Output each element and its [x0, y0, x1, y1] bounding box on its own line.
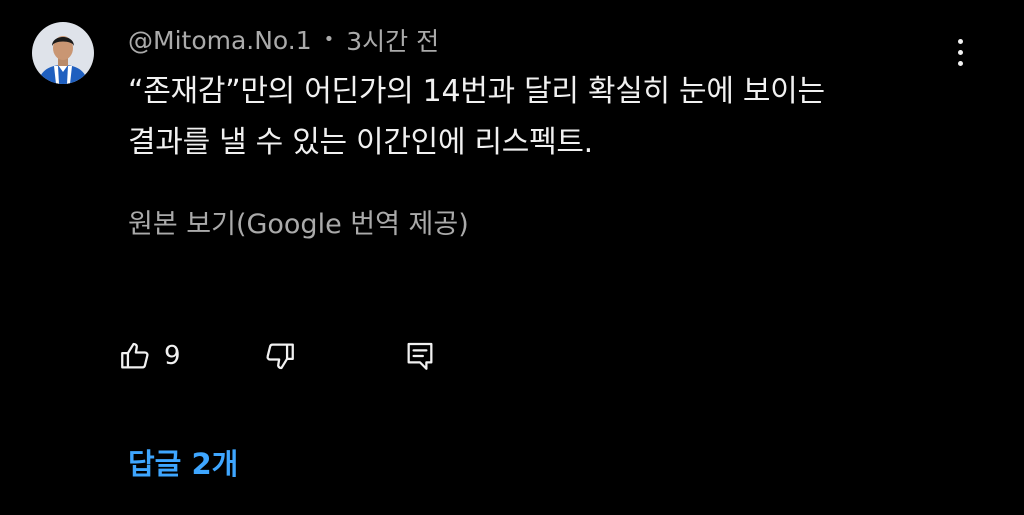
comment-timestamp[interactable]: 3시간 전: [346, 22, 439, 58]
comment-text: “존재감”만의 어딘가의 14번과 달리 확실히 눈에 보이는 결과를 낼 수 …: [128, 74, 825, 160]
author-name[interactable]: @Mitoma.No.1: [128, 26, 312, 55]
reply-button[interactable]: [403, 339, 437, 373]
avatar[interactable]: [32, 22, 94, 84]
reply-comment-icon: [403, 339, 437, 373]
more-options-button[interactable]: [944, 30, 976, 74]
like-button[interactable]: 9: [118, 339, 263, 373]
meta-separator: •: [323, 28, 335, 50]
avatar-image: [32, 22, 94, 84]
more-vert-icon: [957, 38, 963, 66]
comment-actions: 9: [118, 332, 437, 380]
thumb-down-icon: [263, 339, 297, 373]
show-original-link[interactable]: 원본 보기(Google 번역 제공): [128, 205, 469, 245]
like-count: 9: [164, 341, 181, 371]
thumb-up-icon: [118, 339, 152, 373]
view-replies-button[interactable]: 답글 2개: [128, 444, 238, 484]
dislike-button[interactable]: [263, 339, 403, 373]
comment-meta: @Mitoma.No.1 • 3시간 전: [128, 21, 439, 59]
